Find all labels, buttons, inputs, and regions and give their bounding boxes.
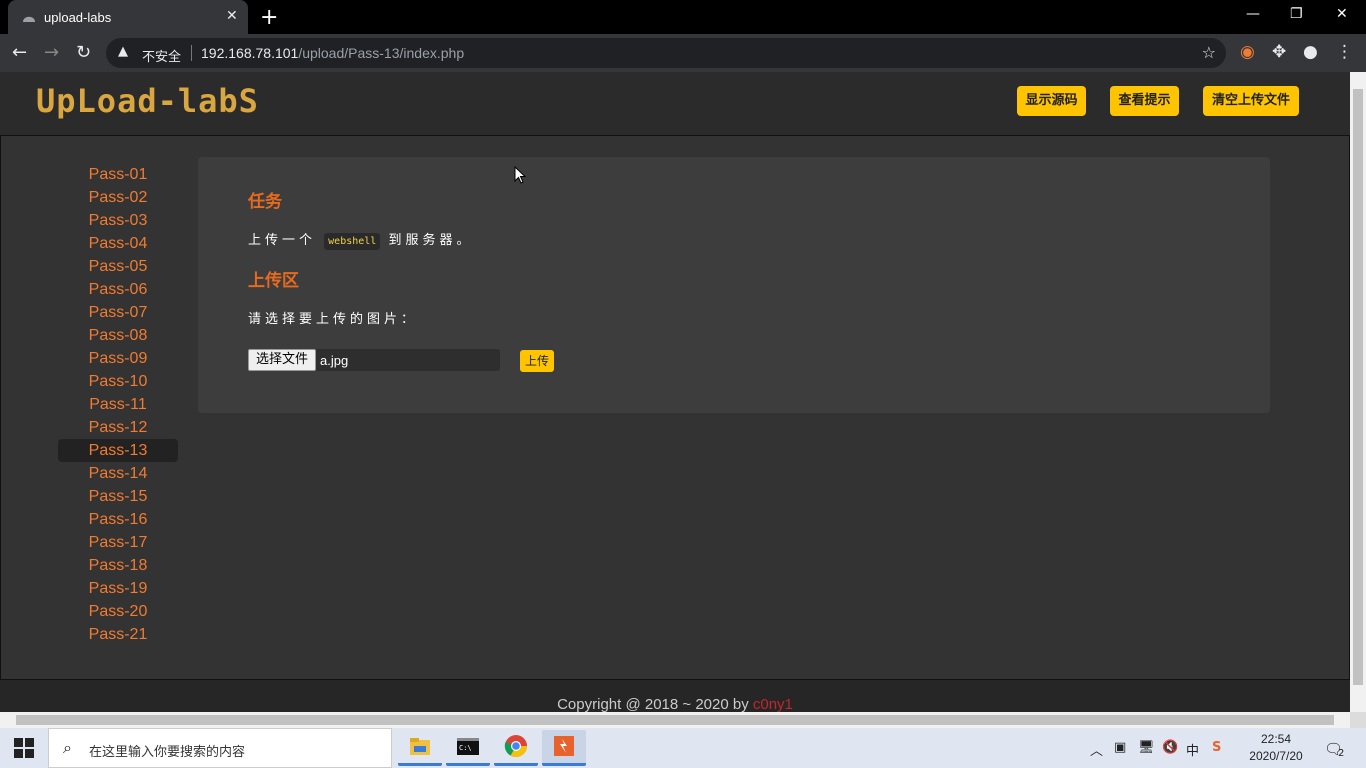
task-heading: 任务 <box>248 192 282 212</box>
sidebar-item-pass-08[interactable]: Pass-08 <box>58 324 178 347</box>
sidebar-item-pass-17[interactable]: Pass-17 <box>58 531 178 554</box>
windows-start-icon[interactable] <box>14 738 34 758</box>
tab-title: upload-labs <box>44 10 112 25</box>
back-icon[interactable]: ← <box>12 42 27 63</box>
sidebar-item-pass-21[interactable]: Pass-21 <box>58 623 178 646</box>
sidebar-item-pass-15[interactable]: Pass-15 <box>58 485 178 508</box>
sidebar-item-pass-13[interactable]: Pass-13 <box>58 439 178 462</box>
page-content: UpLoad-labS 显示源码 查看提示 清空上传文件 Pass-01 Pass… <box>0 72 1350 712</box>
horizontal-scroll-thumb[interactable] <box>16 715 1334 725</box>
choose-file-button[interactable]: 选择文件 <box>248 349 316 371</box>
site-footer: Copyright @ 2018 ~ 2020 by c0ny1 <box>0 680 1350 712</box>
chrome-app[interactable] <box>494 730 538 766</box>
task-code: webshell <box>324 233 381 250</box>
new-tab-icon[interactable]: + <box>260 5 278 30</box>
svg-text:C:\: C:\ <box>459 744 472 752</box>
sidebar-item-pass-19[interactable]: Pass-19 <box>58 577 178 600</box>
upload-heading: 上传区 <box>248 271 299 291</box>
omnibox-divider <box>191 45 192 61</box>
view-hint-button[interactable]: 查看提示 <box>1110 86 1179 116</box>
burp-suite-icon <box>554 736 574 756</box>
browser-toolbar: ← → ↻ ▲ 不安全 192.168.78.101/upload/Pass-1… <box>0 34 1366 72</box>
bookmark-star-icon[interactable]: ☆ <box>1202 43 1216 62</box>
sidebar-item-pass-06[interactable]: Pass-06 <box>58 278 178 301</box>
tray-expand-icon[interactable]: ︿ <box>1090 740 1103 759</box>
sidebar-item-pass-07[interactable]: Pass-07 <box>58 301 178 324</box>
sidebar-item-pass-11[interactable]: Pass-11 <box>58 393 178 416</box>
task-text-after: 到服务器。 <box>388 233 474 248</box>
file-explorer-app[interactable] <box>398 730 442 766</box>
author-link[interactable]: c0ny1 <box>753 696 793 712</box>
site-header: UpLoad-labS 显示源码 查看提示 清空上传文件 <box>0 72 1350 136</box>
sidebar-item-pass-18[interactable]: Pass-18 <box>58 554 178 577</box>
url-host: 192.168.78.101 <box>201 45 299 61</box>
sidebar-item-pass-05[interactable]: Pass-05 <box>58 255 178 278</box>
show-source-button[interactable]: 显示源码 <box>1017 86 1086 116</box>
profile-icon[interactable]: ● <box>1303 42 1318 62</box>
network-icon[interactable]: 🖥 <box>1138 740 1155 755</box>
insecure-label: 不安全 <box>142 50 182 65</box>
sidebar-item-pass-20[interactable]: Pass-20 <box>58 600 178 623</box>
url-path: /upload/Pass-13/index.php <box>298 45 465 61</box>
vertical-scrollbar[interactable] <box>1350 72 1366 712</box>
sidebar-item-pass-02[interactable]: Pass-02 <box>58 186 178 209</box>
clock-date: 2020/7/20 <box>1249 749 1303 763</box>
search-placeholder: 在这里输入你要搜索的内容 <box>89 745 246 760</box>
sidebar-item-pass-14[interactable]: Pass-14 <box>58 462 178 485</box>
taskbar-clock[interactable]: 22:54 2020/7/20 <box>1236 731 1316 765</box>
terminal-app[interactable]: C:\ <box>446 730 490 766</box>
notification-count: 2 <box>1338 748 1345 759</box>
ime-indicator[interactable]: 中 <box>1186 740 1199 759</box>
window-close-icon[interactable]: ✕ <box>1336 6 1348 22</box>
chrome-icon <box>504 735 527 757</box>
horizontal-scrollbar[interactable] <box>0 712 1350 728</box>
browser-tab[interactable]: upload-labs ✕ <box>8 0 248 34</box>
sogou-input-icon[interactable]: S <box>1212 740 1221 755</box>
task-text-before: 上传一个 <box>248 233 317 248</box>
folder-icon <box>410 738 430 755</box>
reload-icon[interactable]: ↻ <box>76 42 91 63</box>
taskbar-search[interactable]: ⌕ 在这里输入你要搜索的内容 <box>48 728 392 768</box>
mouse-cursor-icon <box>514 166 526 184</box>
upload-submit-button[interactable]: 上传 <box>520 350 554 372</box>
address-bar[interactable]: ▲ 不安全 192.168.78.101/upload/Pass-13/inde… <box>106 38 1226 68</box>
burp-app[interactable] <box>542 730 586 766</box>
restore-icon[interactable]: ❐ <box>1290 6 1303 22</box>
sidebar-item-pass-09[interactable]: Pass-09 <box>58 347 178 370</box>
sidebar-item-pass-01[interactable]: Pass-01 <box>58 163 178 186</box>
content-panel: 任务 上传一个 webshell 到服务器。 上传区 请选择要上传的图片： 选择… <box>198 157 1270 413</box>
extension-ring-icon[interactable]: ◉ <box>1240 42 1255 62</box>
url-text[interactable]: 192.168.78.101/upload/Pass-13/index.php <box>201 45 464 61</box>
browser-titlebar: upload-labs ✕ + — ❐ ✕ <box>0 0 1366 34</box>
tab-favicon-icon <box>23 16 35 22</box>
menu-dots-icon[interactable]: ⋮ <box>1336 42 1353 62</box>
vertical-scroll-thumb[interactable] <box>1353 89 1363 685</box>
search-icon: ⌕ <box>63 738 72 757</box>
forward-icon[interactable]: → <box>44 42 59 63</box>
tab-close-icon[interactable]: ✕ <box>226 8 238 24</box>
warning-icon: ▲ <box>118 44 128 59</box>
windows-taskbar: ⌕ 在这里输入你要搜索的内容 C:\ ︿ ▣ 🖥 🔇 中 S 22:54 202… <box>0 728 1366 768</box>
clock-time: 22:54 <box>1260 732 1292 746</box>
sidebar-item-pass-10[interactable]: Pass-10 <box>58 370 178 393</box>
upload-prompt: 请选择要上传的图片： <box>248 312 419 327</box>
sidebar-item-pass-03[interactable]: Pass-03 <box>58 209 178 232</box>
copyright-text: Copyright @ 2018 ~ 2020 by <box>557 696 753 712</box>
file-name: a.jpg <box>320 353 349 368</box>
minimize-icon[interactable]: — <box>1246 6 1260 22</box>
site-logo[interactable]: UpLoad-labS <box>36 82 259 120</box>
sidebar-item-pass-16[interactable]: Pass-16 <box>58 508 178 531</box>
sidebar-nav: Pass-01 Pass-02 Pass-03 Pass-04 Pass-05 Pass-… <box>58 163 178 646</box>
sidebar-item-pass-12[interactable]: Pass-12 <box>58 416 178 439</box>
tray-app-icon[interactable]: ▣ <box>1114 740 1126 755</box>
terminal-icon: C:\ <box>457 738 479 755</box>
volume-muted-icon[interactable]: 🔇 <box>1162 740 1178 755</box>
clear-uploads-button[interactable]: 清空上传文件 <box>1203 86 1299 116</box>
task-description: 上传一个 webshell 到服务器。 <box>248 229 473 250</box>
scrollbar-corner <box>1350 712 1366 728</box>
sidebar-item-pass-04[interactable]: Pass-04 <box>58 232 178 255</box>
extensions-puzzle-icon[interactable]: ✥ <box>1272 42 1286 62</box>
